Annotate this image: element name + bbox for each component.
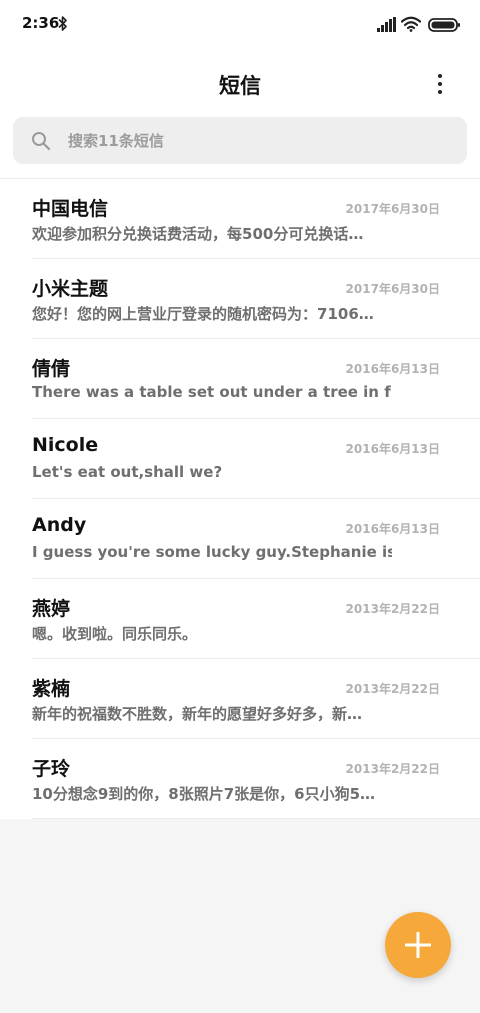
page-title: 短信 [219, 74, 261, 98]
status-bar: 2:36 [0, 0, 480, 50]
signal-icon [377, 17, 396, 32]
message-sender: 燕婷 [32, 598, 71, 620]
bluetooth-icon [58, 16, 67, 31]
message-preview: 新年的祝福数不胜数，新年的愿望好多好多，新… [32, 705, 363, 723]
message-date: 2017年6月30日 [345, 202, 440, 216]
message-sender: Andy [32, 514, 87, 536]
message-list: 中国电信 2017年6月30日 欢迎参加积分兑换话费活动，每500分可兑换话… … [0, 178, 480, 819]
more-vertical-icon-dot [438, 90, 442, 94]
more-options-button[interactable] [424, 68, 456, 100]
message-date: 2013年2月22日 [345, 682, 440, 696]
message-date: 2013年2月22日 [345, 602, 440, 616]
message-item[interactable]: 小米主题 2017年6月30日 您好！您的网上营业厅登录的随机密码为：7106… [0, 259, 480, 339]
message-item[interactable]: 子玲 2013年2月22日 10分想念9到的你，8张照片7张是你，6只小狗5… [0, 739, 480, 819]
message-date: 2016年6月13日 [345, 442, 440, 456]
new-message-button[interactable] [385, 912, 451, 978]
message-sender: 子玲 [32, 758, 71, 780]
message-sender: 中国电信 [32, 198, 109, 220]
search-input[interactable]: 搜索11条短信 [13, 117, 467, 164]
message-sender: Nicole [32, 434, 99, 456]
message-date: 2017年6月30日 [345, 282, 440, 296]
message-sender: 紫楠 [32, 678, 71, 700]
plus-icon [405, 932, 431, 958]
message-preview: Let's eat out,shall we? [32, 463, 223, 481]
battery-icon [428, 18, 460, 32]
more-vertical-icon-dot [438, 74, 442, 78]
message-item[interactable]: Nicole 2016年6月13日 Let's eat out,shall we… [0, 419, 480, 499]
message-sender: 小米主题 [32, 278, 109, 300]
message-preview: I guess you're some lucky guy.Stephanie … [32, 543, 392, 561]
message-sender: 倩倩 [32, 358, 71, 380]
message-date: 2016年6月13日 [345, 362, 440, 376]
message-date: 2016年6月13日 [345, 522, 440, 536]
status-time: 2:36 [22, 14, 60, 32]
message-date: 2013年2月22日 [345, 762, 440, 776]
message-preview: 欢迎参加积分兑换话费活动，每500分可兑换话… [32, 225, 364, 243]
message-item[interactable]: 紫楠 2013年2月22日 新年的祝福数不胜数，新年的愿望好多好多，新… [0, 659, 480, 739]
message-preview: 您好！您的网上营业厅登录的随机密码为：7106… [32, 305, 374, 323]
message-preview: There was a table set out under a tree i… [32, 383, 392, 401]
message-item[interactable]: 燕婷 2013年2月22日 嗯。收到啦。同乐同乐。 [0, 579, 480, 659]
message-preview: 10分想念9到的你，8张照片7张是你，6只小狗5… [32, 785, 376, 803]
message-item[interactable]: 中国电信 2017年6月30日 欢迎参加积分兑换话费活动，每500分可兑换话… [0, 179, 480, 259]
message-preview: 嗯。收到啦。同乐同乐。 [32, 625, 198, 643]
wifi-icon [401, 16, 421, 32]
search-placeholder: 搜索11条短信 [68, 132, 164, 150]
app-header: 短信 搜索11条短信 [0, 50, 480, 178]
message-item[interactable]: Andy 2016年6月13日 I guess you're some luck… [0, 499, 480, 579]
search-icon [32, 132, 51, 151]
more-vertical-icon-dot [438, 82, 442, 86]
message-item[interactable]: 倩倩 2016年6月13日 There was a table set out … [0, 339, 480, 419]
